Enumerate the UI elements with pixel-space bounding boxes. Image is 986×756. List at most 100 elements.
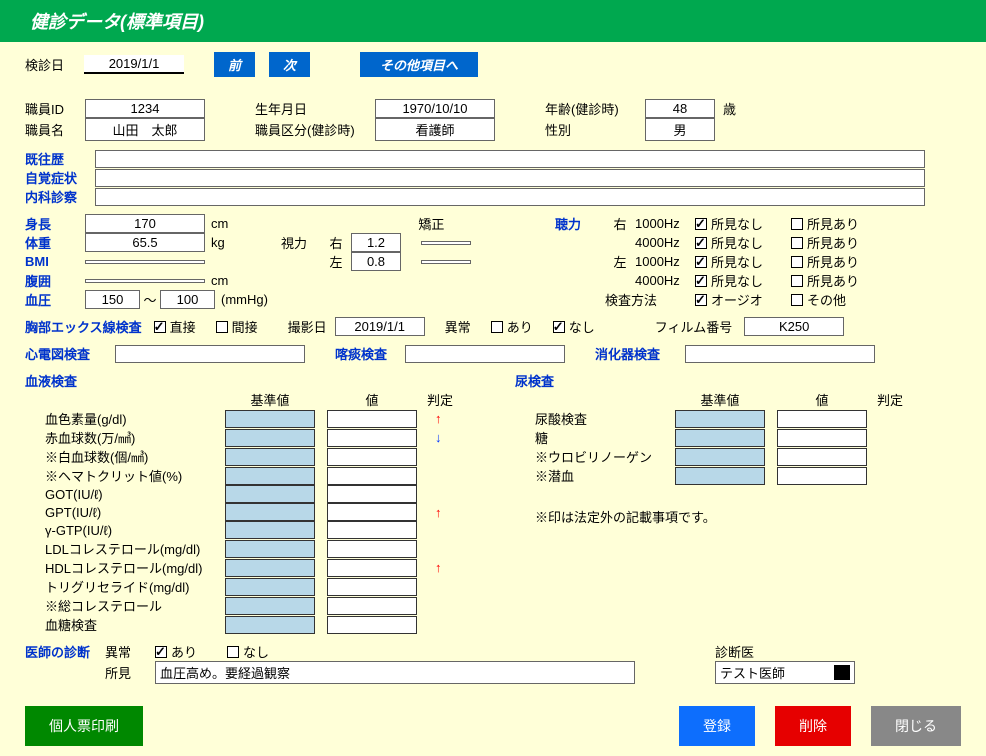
check-r1000-nofinding[interactable] <box>695 218 707 230</box>
direct-label: 直接 <box>170 317 196 336</box>
bmi-label: BMI <box>25 254 85 269</box>
hz4000-r: 4000Hz <box>635 235 695 250</box>
film-no-field[interactable]: K250 <box>744 317 844 336</box>
check-other-method[interactable] <box>791 294 803 306</box>
blood-val-cell[interactable] <box>327 578 417 596</box>
film-no-label: フィルム番号 <box>655 317 732 336</box>
film-date-field[interactable]: 2019/1/1 <box>335 317 425 336</box>
vision-right-corr-field[interactable] <box>421 241 471 245</box>
cm-unit2: cm <box>211 273 228 288</box>
hz4000-l: 4000Hz <box>635 273 695 288</box>
print-button[interactable]: 個人票印刷 <box>25 706 143 746</box>
check-diag-yes[interactable] <box>155 646 167 658</box>
past-history-field[interactable] <box>95 150 925 168</box>
chevron-down-icon: ▼ <box>834 665 850 680</box>
dob-field: 1970/10/10 <box>375 99 495 118</box>
urine-val-cell[interactable] <box>777 467 867 485</box>
vision-right-field[interactable]: 1.2 <box>351 233 401 252</box>
check-direct[interactable] <box>154 321 166 333</box>
blood-val-cell[interactable] <box>327 540 417 558</box>
exam-date-field[interactable]: 2019/1/1 <box>84 55 184 74</box>
blood-val-cell[interactable] <box>327 429 417 447</box>
staff-name-field[interactable]: 山田 太郎 <box>85 118 205 141</box>
urine-row: 尿酸検査 <box>515 409 961 428</box>
check-l1000-nofinding[interactable] <box>695 256 707 268</box>
blood-ref-cell <box>225 410 315 428</box>
next-button[interactable]: 次 <box>269 52 310 77</box>
sex-field: 男 <box>645 118 715 141</box>
staff-id-field[interactable]: 1234 <box>85 99 205 118</box>
blood-val-cell[interactable] <box>327 503 417 521</box>
subjective-field[interactable] <box>95 169 925 187</box>
register-button[interactable]: 登録 <box>679 706 755 746</box>
bp-hi-field[interactable]: 150 <box>85 290 140 309</box>
l4000-finding-label: 所見あり <box>807 271 859 290</box>
check-l1000-finding[interactable] <box>791 256 803 268</box>
blood-judge-arrow: ↑ <box>435 411 442 426</box>
blood-item-label: 赤血球数(万/㎣) <box>45 428 225 447</box>
waist-field[interactable] <box>85 279 205 283</box>
blood-item-label: LDLコレステロール(mg/dl) <box>45 539 225 558</box>
check-audio[interactable] <box>695 294 707 306</box>
staff-row2: 職員名 山田 太郎 職員区分(健診時) 看護師 性別 男 <box>25 118 961 141</box>
prev-button[interactable]: 前 <box>214 52 255 77</box>
check-indirect[interactable] <box>216 321 228 333</box>
dob-label: 生年月日 <box>255 99 375 118</box>
check-r4000-finding[interactable] <box>791 237 803 249</box>
urine-item-label: ※ウロビリノーゲン <box>535 447 675 466</box>
blood-val-cell[interactable] <box>327 521 417 539</box>
check-abn-yes[interactable] <box>491 321 503 333</box>
check-diag-no[interactable] <box>227 646 239 658</box>
findings-field[interactable]: 血圧高め。要経過観察 <box>155 661 635 684</box>
l1000-finding-label: 所見あり <box>807 252 859 271</box>
urine-val-cell[interactable] <box>777 448 867 466</box>
staff-id-label: 職員ID <box>25 99 85 118</box>
blood-judge-arrow: ↑ <box>435 560 442 575</box>
check-l4000-finding[interactable] <box>791 275 803 287</box>
other-items-button[interactable]: その他項目へ <box>360 52 478 77</box>
weight-field[interactable]: 65.5 <box>85 233 205 252</box>
height-field[interactable]: 170 <box>85 214 205 233</box>
blood-val-cell[interactable] <box>327 597 417 615</box>
doctor-select[interactable]: テスト医師 ▼ <box>715 661 855 684</box>
blood-val-cell[interactable] <box>327 616 417 634</box>
internal-field[interactable] <box>95 188 925 206</box>
blood-judge-arrow: ↓ <box>435 430 442 445</box>
blood-ref-cell <box>225 578 315 596</box>
urine-val-header: 値 <box>777 390 867 409</box>
staff-name-label: 職員名 <box>25 120 85 139</box>
digest-field[interactable] <box>685 345 875 363</box>
blood-val-cell[interactable] <box>327 467 417 485</box>
check-r4000-nofinding[interactable] <box>695 237 707 249</box>
blood-ref-cell <box>225 540 315 558</box>
blood-ref-cell <box>225 448 315 466</box>
blood-judge-header: 判定 <box>427 390 453 409</box>
delete-button[interactable]: 削除 <box>775 706 851 746</box>
blood-item-label: 血色素量(g/dl) <box>45 409 225 428</box>
blood-row: 血色素量(g/dl) ↑ <box>25 409 515 428</box>
bp-lo-field[interactable]: 100 <box>160 290 215 309</box>
check-l4000-nofinding[interactable] <box>695 275 707 287</box>
blood-item-label: 血糖検査 <box>45 615 225 634</box>
check-abn-no[interactable] <box>553 321 565 333</box>
urine-val-cell[interactable] <box>777 410 867 428</box>
close-button[interactable]: 閉じる <box>871 706 961 746</box>
urine-val-cell[interactable] <box>777 429 867 447</box>
ecg-field[interactable] <box>115 345 305 363</box>
vision-left-corr-field[interactable] <box>421 260 471 264</box>
blood-val-cell[interactable] <box>327 448 417 466</box>
check-r1000-finding[interactable] <box>791 218 803 230</box>
cm-unit: cm <box>211 216 228 231</box>
sputum-field[interactable] <box>405 345 565 363</box>
blood-val-cell[interactable] <box>327 559 417 577</box>
blood-label: 血液検査 <box>25 371 515 390</box>
blood-val-cell[interactable] <box>327 410 417 428</box>
blood-val-cell[interactable] <box>327 485 417 503</box>
vision-left-field[interactable]: 0.8 <box>351 252 401 271</box>
hearing-left: 左 <box>605 252 635 271</box>
blood-ref-header: 基準値 <box>225 390 315 409</box>
subjective-label: 自覚症状 <box>25 168 95 187</box>
bmi-field[interactable] <box>85 260 205 264</box>
bp-label: 血圧 <box>25 290 85 309</box>
urine-ref-cell <box>675 467 765 485</box>
